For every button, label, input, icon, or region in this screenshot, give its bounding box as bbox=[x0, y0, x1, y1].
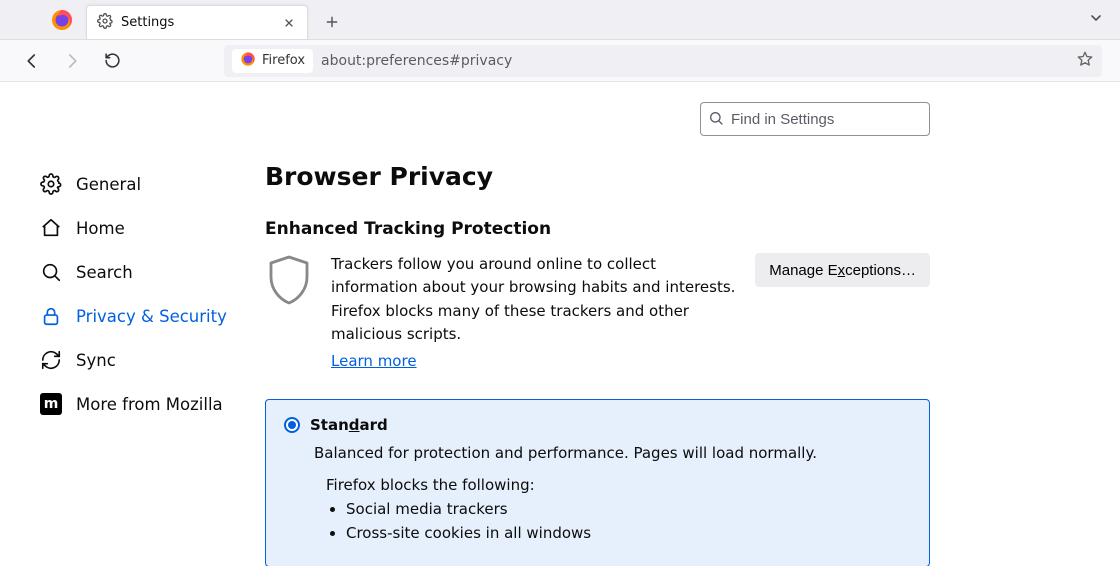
close-tab-button[interactable] bbox=[281, 15, 297, 31]
gear-icon bbox=[97, 13, 113, 33]
blocks-item: Cross-site cookies in all windows bbox=[346, 524, 911, 542]
learn-more-link[interactable]: Learn more bbox=[331, 350, 417, 373]
sidebar-item-label: More from Mozilla bbox=[76, 395, 223, 414]
url-text: about:preferences#privacy bbox=[321, 53, 512, 69]
tab-strip: Settings bbox=[0, 0, 1120, 40]
search-icon bbox=[708, 110, 724, 130]
sidebar: General Home Search bbox=[0, 102, 235, 566]
bookmark-star-button[interactable] bbox=[1076, 50, 1094, 72]
blocks-item: Social media trackers bbox=[346, 500, 911, 518]
section-title: Enhanced Tracking Protection bbox=[265, 219, 930, 239]
sync-icon bbox=[40, 349, 62, 371]
new-tab-button[interactable] bbox=[318, 8, 346, 36]
search-icon bbox=[40, 261, 62, 283]
manage-exceptions-button[interactable]: Manage Exceptions… bbox=[755, 253, 930, 287]
sidebar-item-more-from-mozilla[interactable]: m More from Mozilla bbox=[40, 382, 235, 426]
sidebar-item-label: Search bbox=[76, 263, 133, 282]
identity-box[interactable]: Firefox bbox=[232, 49, 313, 73]
mode-label: Standard bbox=[310, 416, 388, 434]
settings-search-input[interactable] bbox=[700, 102, 930, 136]
sidebar-item-privacy-security[interactable]: Privacy & Security bbox=[40, 294, 235, 338]
mode-description: Balanced for protection and performance.… bbox=[314, 444, 911, 462]
sidebar-item-label: Privacy & Security bbox=[76, 307, 227, 326]
reload-button[interactable] bbox=[98, 47, 126, 75]
shield-icon bbox=[265, 253, 313, 313]
etp-mode-standard[interactable]: Standard Balanced for protection and per… bbox=[265, 399, 930, 566]
firefox-logo-icon bbox=[50, 8, 74, 32]
sidebar-item-general[interactable]: General bbox=[40, 162, 235, 206]
main-content: Browser Privacy Enhanced Tracking Protec… bbox=[235, 102, 1120, 566]
sidebar-item-label: General bbox=[76, 175, 141, 194]
page-title: Browser Privacy bbox=[265, 162, 930, 191]
identity-label: Firefox bbox=[262, 53, 305, 68]
tabs-dropdown-button[interactable] bbox=[1088, 10, 1104, 30]
back-button[interactable] bbox=[18, 47, 46, 75]
sidebar-item-label: Sync bbox=[76, 351, 116, 370]
toolbar: Firefox about:preferences#privacy bbox=[0, 40, 1120, 82]
lock-icon bbox=[40, 305, 62, 327]
url-bar[interactable]: Firefox about:preferences#privacy bbox=[224, 45, 1102, 77]
blocks-heading: Firefox blocks the following: bbox=[326, 476, 911, 494]
home-icon bbox=[40, 217, 62, 239]
gear-icon bbox=[40, 173, 62, 195]
tab-title: Settings bbox=[121, 15, 273, 30]
firefox-logo-icon bbox=[240, 51, 256, 71]
tab-settings[interactable]: Settings bbox=[86, 5, 308, 39]
radio-selected-icon[interactable] bbox=[284, 417, 300, 433]
sidebar-item-search[interactable]: Search bbox=[40, 250, 235, 294]
etp-description: Trackers follow you around online to col… bbox=[331, 255, 735, 343]
sidebar-item-home[interactable]: Home bbox=[40, 206, 235, 250]
sidebar-item-label: Home bbox=[76, 219, 125, 238]
sidebar-item-sync[interactable]: Sync bbox=[40, 338, 235, 382]
forward-button[interactable] bbox=[58, 47, 86, 75]
mozilla-icon: m bbox=[40, 393, 62, 415]
